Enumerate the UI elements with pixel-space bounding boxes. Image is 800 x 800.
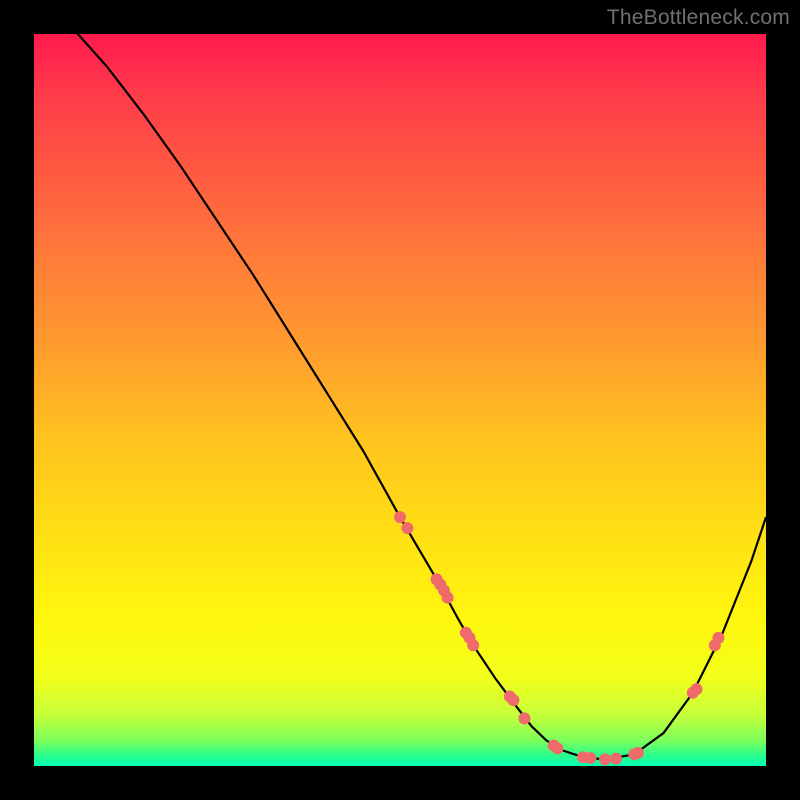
data-dot bbox=[401, 522, 413, 534]
data-dot bbox=[632, 747, 644, 759]
data-dot bbox=[551, 742, 563, 754]
data-dot bbox=[394, 511, 406, 523]
data-dot bbox=[690, 683, 702, 695]
data-dot bbox=[467, 639, 479, 651]
curve-layer bbox=[34, 0, 766, 759]
outer-frame: TheBottleneck.com bbox=[0, 0, 800, 800]
chart-overlay bbox=[34, 34, 766, 766]
data-dot bbox=[507, 694, 519, 706]
data-dot bbox=[599, 753, 611, 765]
data-dot bbox=[610, 753, 622, 765]
bottleneck-curve bbox=[34, 0, 766, 759]
data-dot bbox=[584, 752, 596, 764]
watermark-text: TheBottleneck.com bbox=[607, 6, 790, 30]
data-dot bbox=[712, 632, 724, 644]
dots-layer bbox=[394, 511, 724, 765]
data-dot bbox=[442, 592, 454, 604]
data-dot bbox=[518, 712, 530, 724]
